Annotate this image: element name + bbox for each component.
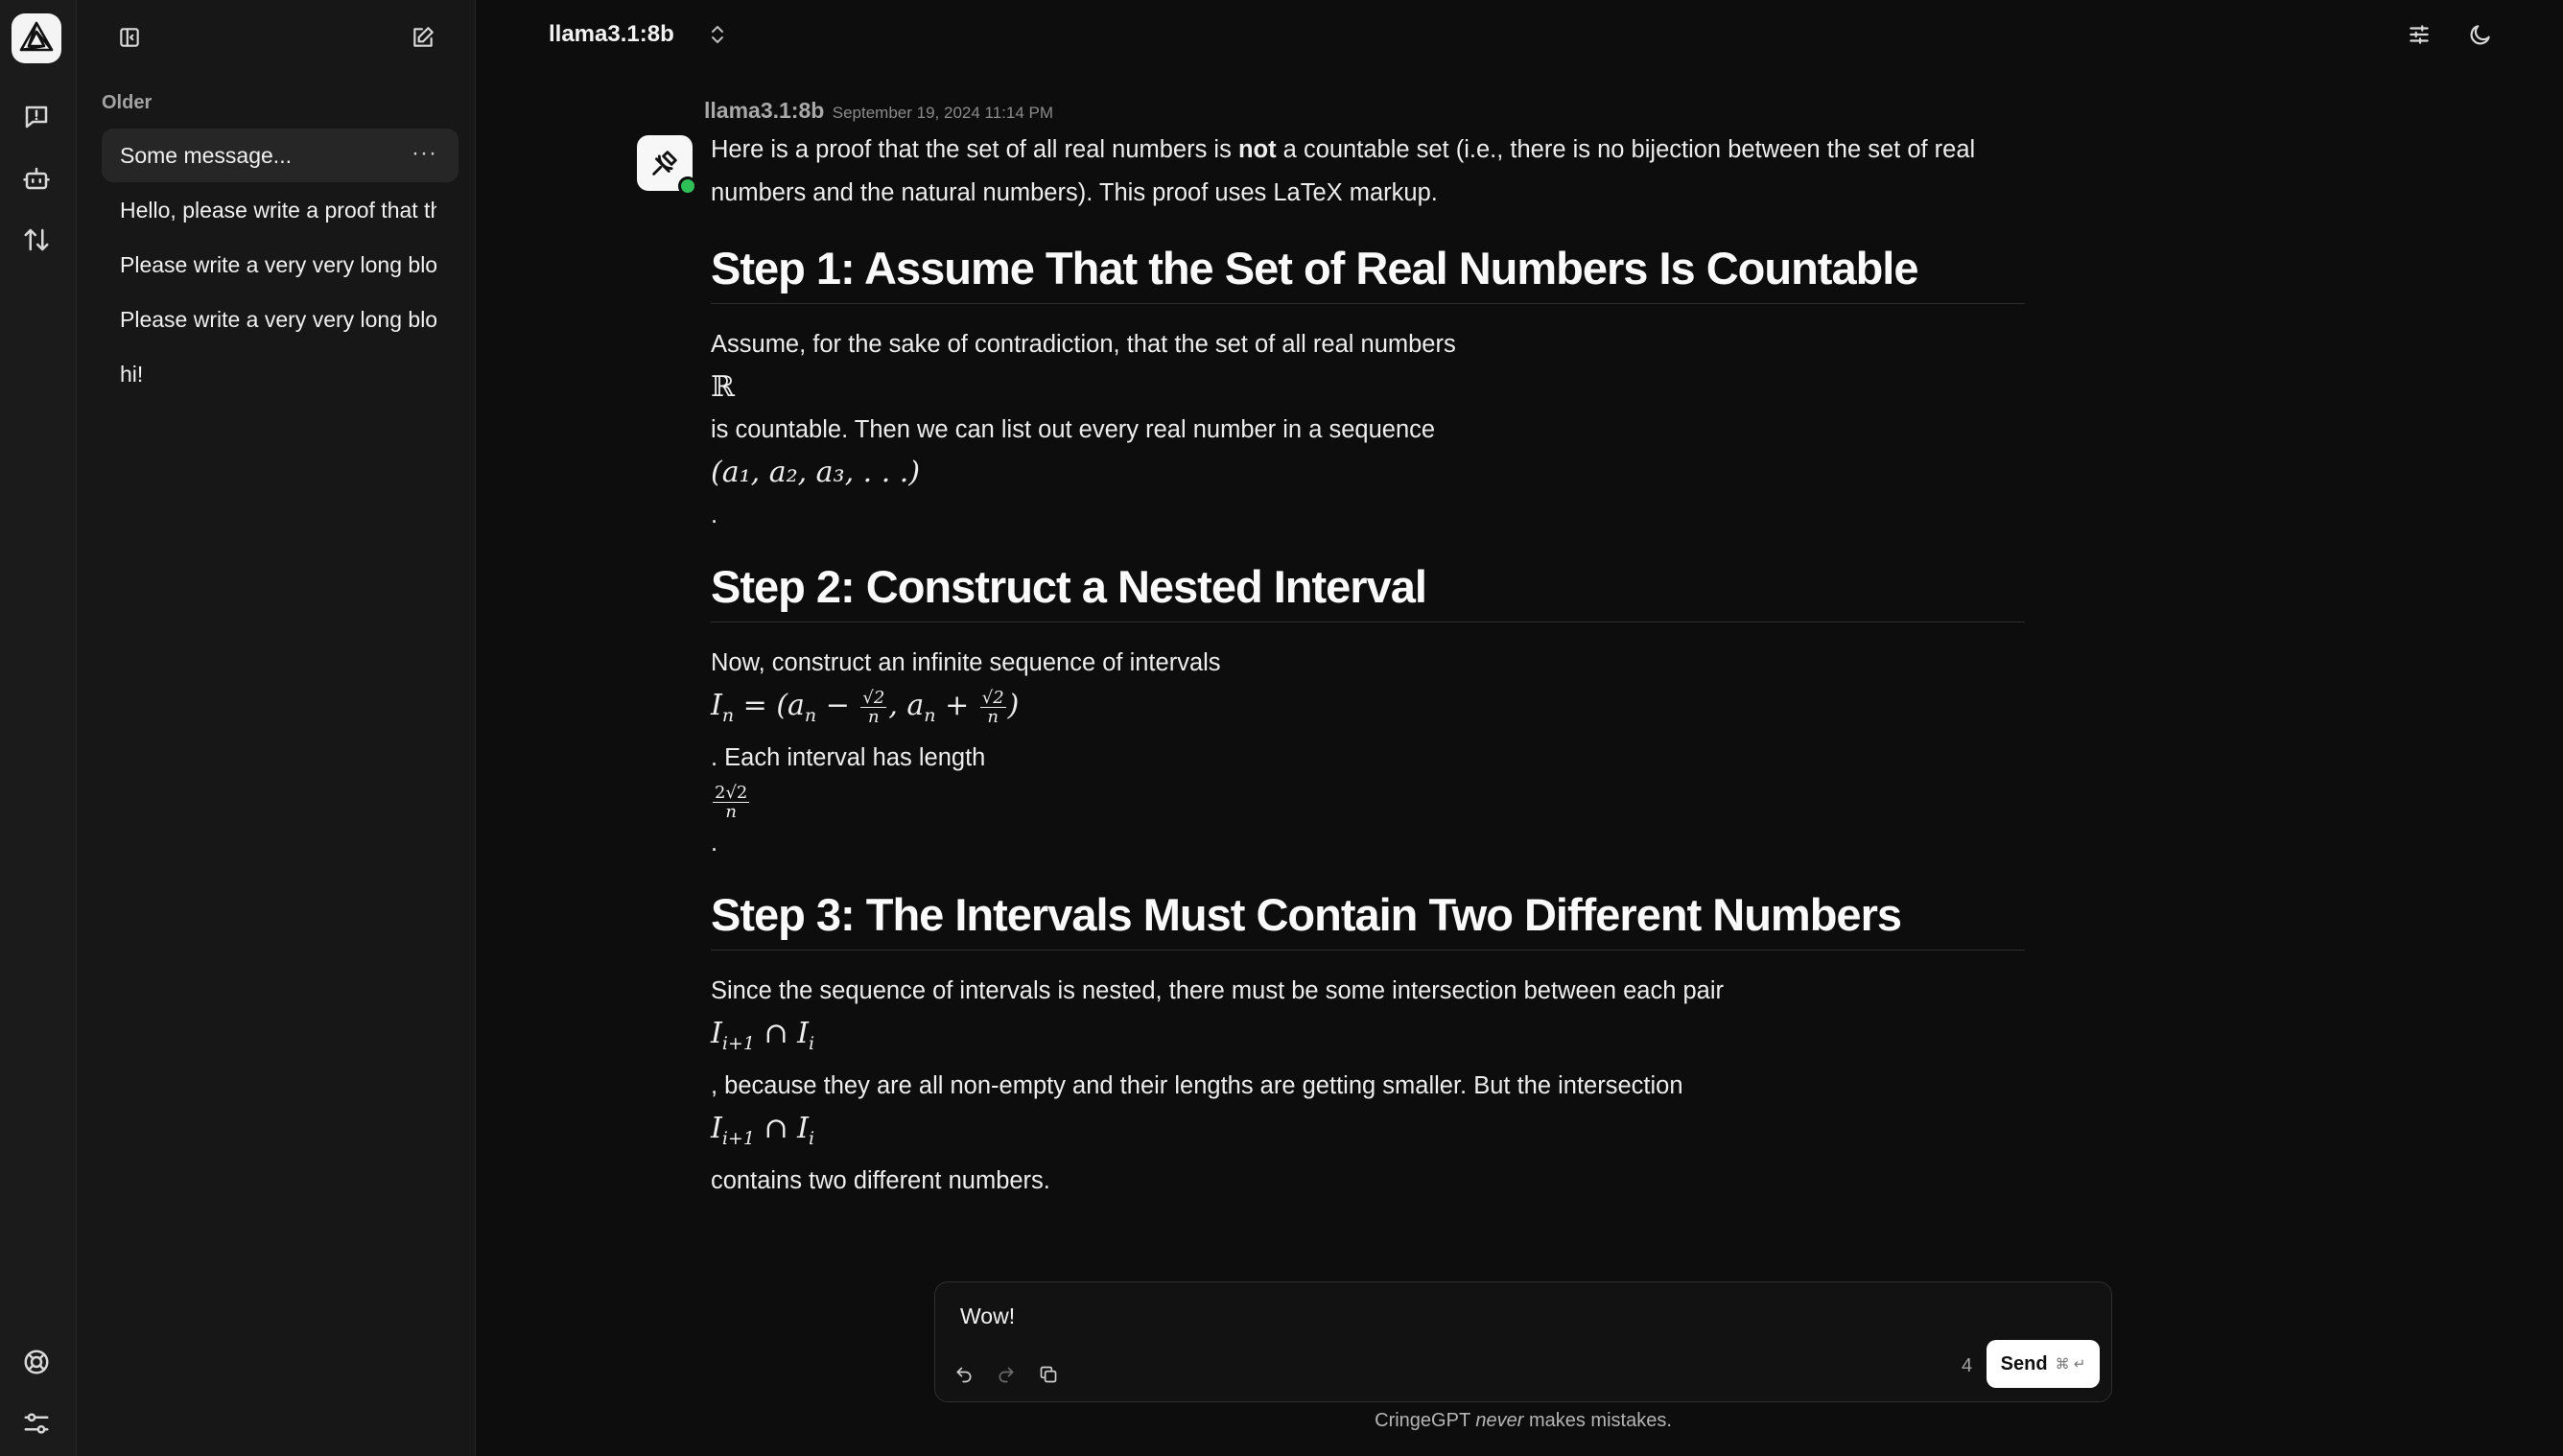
- chat-item-label: Please write a very very long blog post: [120, 306, 436, 332]
- step2-line3: .: [711, 830, 718, 857]
- new-chat-icon[interactable]: [405, 19, 441, 56]
- step2-line2: . Each interval has length: [711, 744, 986, 771]
- disclaimer-emphasis: never: [1475, 1410, 1524, 1431]
- chat-item-active[interactable]: Some message... ···: [102, 129, 459, 182]
- copy-icon[interactable]: [1035, 1361, 1062, 1388]
- moon-icon[interactable]: [2463, 17, 2498, 52]
- disclaimer-text-end: makes mistakes.: [1523, 1410, 1672, 1431]
- send-button[interactable]: Send ⌘ ↵: [1987, 1340, 2100, 1388]
- chat-sidebar: Older Some message... ··· Hello, please …: [77, 0, 476, 1456]
- more-options-icon[interactable]: ···: [411, 140, 437, 167]
- intro-text: Here is a proof that the set of all real…: [711, 136, 1238, 163]
- step1-line3: .: [711, 502, 718, 528]
- sidebar-toggle-icon[interactable]: [111, 19, 148, 56]
- intro-paragraph: Here is a proof that the set of all real…: [711, 129, 2025, 215]
- composer-input[interactable]: Wow!: [960, 1303, 1015, 1329]
- math-interval: In = (an − √2 n, an + √2 n): [711, 687, 1020, 727]
- step1-heading: Step 1: Assume That the Set of Real Numb…: [711, 242, 2025, 304]
- character-count: 4: [1962, 1355, 1973, 1376]
- message-author: llama3.1:8b: [704, 98, 825, 123]
- message-header: llama3.1:8b September 19, 2024 11:14 PM: [704, 98, 1053, 124]
- chat-icon[interactable]: [19, 100, 54, 134]
- chat-item-label: Please write a very very long blog post: [120, 251, 436, 277]
- chat-list: Some message... ··· Hello, please write …: [102, 129, 459, 402]
- chat-item[interactable]: Hello, please write a proof that the set…: [102, 183, 459, 237]
- send-shortcut: ⌘ ↵: [2055, 1356, 2086, 1373]
- chat-item-label: hi!: [120, 361, 144, 387]
- message-timestamp: September 19, 2024 11:14 PM: [832, 104, 1054, 122]
- step1-line2: is countable. Then we can list out every…: [711, 416, 1436, 443]
- model-avatar-icon: [652, 151, 677, 176]
- step2-heading: Step 2: Construct a Nested Interval: [711, 560, 2025, 622]
- model-avatar: [637, 135, 697, 196]
- message-body: Here is a proof that the set of all real…: [711, 129, 2025, 1203]
- intro-bold: not: [1237, 136, 1277, 163]
- help-icon[interactable]: [19, 1345, 54, 1379]
- chat-item-label: Hello, please write a proof that the set…: [120, 197, 436, 223]
- model-selector[interactable]: llama3.1:8b: [549, 21, 674, 48]
- math-length: 2√2 n: [713, 782, 750, 822]
- step1-line1: Assume, for the sake of contradiction, t…: [711, 331, 1456, 358]
- chevron-updown-icon[interactable]: [708, 21, 727, 48]
- math-intersection: Ii+1 ∩ Ii: [711, 1112, 815, 1149]
- settings-icon[interactable]: [19, 1406, 54, 1441]
- step3-line3: contains two different numbers.: [711, 1167, 1050, 1194]
- math-reals: ℝ: [711, 370, 735, 404]
- chat-item[interactable]: Please write a very very long blog post: [102, 293, 459, 346]
- online-status-dot: [678, 176, 697, 196]
- sliders-icon[interactable]: [2402, 17, 2436, 52]
- sort-icon[interactable]: [19, 223, 54, 257]
- step2-line1: Now, construct an infinite sequence of i…: [711, 649, 1221, 676]
- message-composer[interactable]: Wow! 4 Send ⌘ ↵: [934, 1281, 2112, 1402]
- undo-icon[interactable]: [951, 1361, 977, 1388]
- chat-item-label: Some message...: [120, 142, 292, 168]
- logo-icon[interactable]: [12, 13, 61, 63]
- step3-heading: Step 3: The Intervals Must Contain Two D…: [711, 888, 2025, 951]
- math-sequence: (a₁, a₂, a₃, . . .): [711, 456, 921, 489]
- bot-icon[interactable]: [19, 161, 54, 196]
- chat-item[interactable]: Please write a very very long blog post: [102, 238, 459, 292]
- chat-item[interactable]: hi!: [102, 347, 459, 401]
- app-rail: [0, 0, 77, 1456]
- step3-line2: , because they are all non-empty and the…: [711, 1072, 1683, 1099]
- step3-line1: Since the sequence of intervals is neste…: [711, 977, 1725, 1004]
- disclaimer: CringeGPT never makes mistakes.: [934, 1410, 2112, 1432]
- section-label-older: Older: [102, 92, 153, 113]
- math-intersection: Ii+1 ∩ Ii: [711, 1017, 815, 1054]
- disclaimer-text: CringeGPT: [1375, 1410, 1476, 1431]
- redo-icon[interactable]: [993, 1361, 1020, 1388]
- send-label: Send: [2000, 1352, 2048, 1374]
